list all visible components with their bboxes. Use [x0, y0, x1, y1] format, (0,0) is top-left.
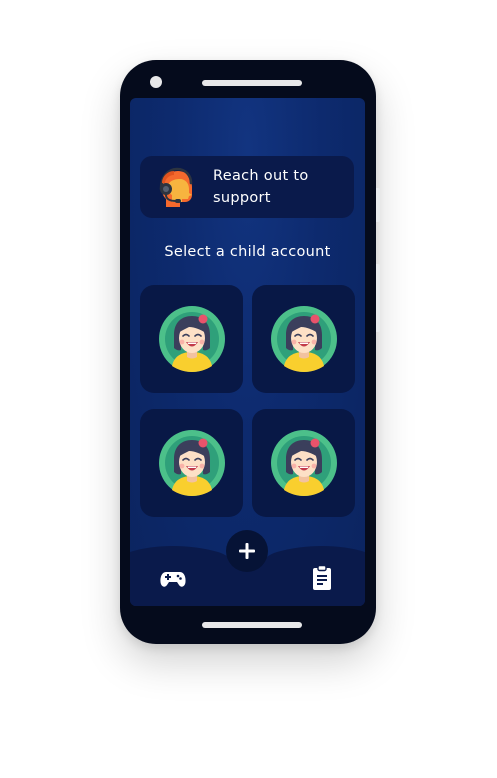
phone-frame: Reach out to support Select a child acco…	[120, 60, 380, 644]
gamepad-icon[interactable]	[160, 568, 186, 590]
girl-avatar-icon	[270, 430, 337, 496]
select-child-title: Select a child account	[164, 244, 331, 260]
stage: Reach out to support Select a child acco…	[0, 0, 497, 778]
plus-icon	[239, 543, 255, 559]
child-account-tile[interactable]	[252, 409, 355, 517]
child-account-tile[interactable]	[140, 285, 243, 393]
speaker-grille	[202, 80, 302, 86]
child-account-tile[interactable]	[140, 409, 243, 517]
support-label: Reach out to support	[213, 168, 309, 206]
girl-avatar-icon	[270, 306, 337, 372]
headset-support-icon	[159, 167, 193, 207]
add-child-button[interactable]	[226, 530, 268, 572]
home-indicator	[202, 622, 302, 628]
volume-button	[376, 188, 380, 222]
girl-avatar-icon	[158, 306, 225, 372]
front-camera	[150, 76, 162, 88]
child-account-tile[interactable]	[252, 285, 355, 393]
app-screen: Reach out to support Select a child acco…	[130, 98, 365, 606]
child-account-grid	[140, 285, 355, 517]
girl-avatar-icon	[158, 430, 225, 496]
clipboard-icon[interactable]	[312, 565, 332, 591]
power-button	[376, 264, 380, 332]
support-card[interactable]: Reach out to support	[140, 156, 354, 218]
